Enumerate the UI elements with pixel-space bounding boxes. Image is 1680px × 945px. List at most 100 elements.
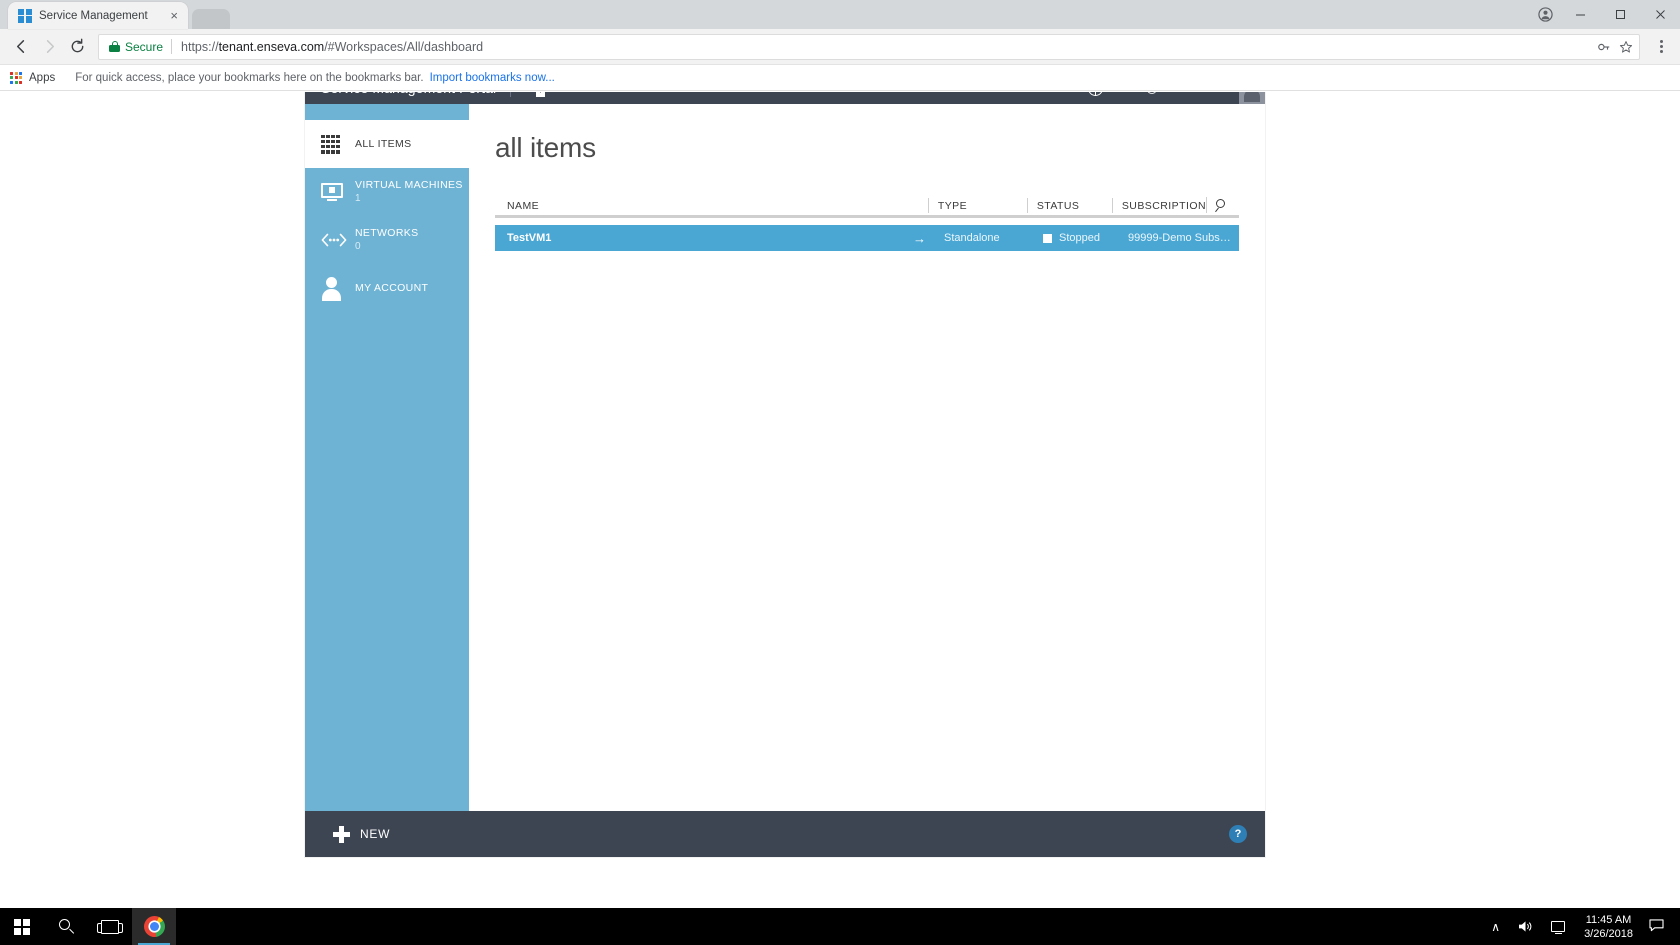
sidebar-label-networks: NETWORKS: [355, 227, 419, 239]
browser-tab[interactable]: Service Management ×: [8, 2, 188, 29]
system-tray: ∧ 11:45 AM 3/26/2018: [1482, 908, 1680, 945]
sidebar-count-virtual-machines: 1: [355, 193, 361, 204]
help-button[interactable]: ?: [1229, 825, 1247, 843]
url-scheme: https://: [181, 39, 219, 54]
star-glyph: [1619, 40, 1633, 53]
omnibox-divider: [171, 39, 173, 54]
spinner-stepper[interactable]: ▴ ▾: [536, 92, 546, 97]
back-arrow-icon: [16, 40, 24, 53]
search-icon: [58, 919, 74, 934]
cell-name-text: TestVM1: [507, 232, 552, 244]
column-header-subscription[interactable]: SUBSCRIPTION: [1111, 198, 1206, 213]
browser-toolbar: Secure https://tenant.enseva.com/#Worksp…: [0, 29, 1680, 65]
clock[interactable]: 11:45 AM 3/26/2018: [1574, 913, 1643, 941]
new-button[interactable]: NEW: [333, 825, 391, 843]
sidebar-item-all-items[interactable]: ALL ITEMS: [305, 120, 469, 168]
back-button[interactable]: [8, 34, 34, 60]
reload-button[interactable]: [64, 34, 90, 60]
browser-window: Service Management × Secure https://tena…: [0, 0, 1680, 908]
network-monitor-icon[interactable]: [1542, 921, 1574, 934]
tab-title: Service Management: [39, 9, 148, 22]
search-icon[interactable]: [1215, 199, 1229, 213]
portal-content: all items NAME TYPE STATUS SUBSCRIPTION: [469, 104, 1265, 811]
sidebar-label-all-items: ALL ITEMS: [355, 137, 412, 150]
clock-time: 11:45 AM: [1585, 913, 1632, 926]
column-header-name[interactable]: NAME: [495, 200, 928, 212]
brand-divider: [510, 92, 512, 97]
service-management-portal: Service Management Portal ∨ ▴ ▾ demo@ens…: [305, 92, 1265, 857]
portal-header-right: demo@enseva.com: [1088, 92, 1265, 104]
portal-sidebar: ALL ITEMS VIRTUAL MACHINES 1 NETWORKS 0 …: [305, 104, 469, 811]
browser-menu-button[interactable]: [1650, 34, 1672, 60]
forward-arrow-icon: [46, 40, 54, 53]
windows-taskbar: ∧ 11:45 AM 3/26/2018: [0, 908, 1680, 945]
column-header-type[interactable]: TYPE: [927, 198, 1027, 213]
taskbar-chrome-button[interactable]: [132, 908, 176, 945]
clock-date: 3/26/2018: [1584, 927, 1633, 940]
window-controls: [1530, 0, 1680, 29]
action-center-icon: [1649, 918, 1664, 931]
portal-command-bar: NEW ?: [305, 811, 1265, 857]
table-header: NAME TYPE STATUS SUBSCRIPTION: [495, 196, 1239, 218]
sidebar-label-virtual-machines: VIRTUAL MACHINES: [355, 179, 463, 191]
lock-icon: [109, 41, 120, 52]
portal-body: ALL ITEMS VIRTUAL MACHINES 1 NETWORKS 0 …: [305, 104, 1265, 811]
task-view-icon: [97, 919, 123, 934]
cell-status-text: Stopped: [1059, 232, 1100, 244]
address-bar[interactable]: Secure https://tenant.enseva.com/#Worksp…: [98, 33, 1640, 60]
monitor-icon: [321, 182, 355, 202]
portal-header: Service Management Portal ∨ ▴ ▾ demo@ens…: [305, 92, 1265, 104]
task-view-button[interactable]: [88, 908, 132, 945]
table-row[interactable]: TestVM1 → Standalone Stopped 99999-Demo …: [495, 225, 1239, 251]
bookmarks-bar: Apps For quick access, place your bookma…: [0, 65, 1680, 91]
start-button[interactable]: [0, 908, 44, 945]
bookmark-star-icon[interactable]: [1619, 40, 1633, 54]
row-arrow-icon[interactable]: →: [913, 232, 934, 245]
sidebar-item-networks[interactable]: NETWORKS 0: [305, 216, 469, 264]
page-viewport: Service Management Portal ∨ ▴ ▾ demo@ens…: [0, 92, 1680, 908]
cell-name: TestVM1 →: [495, 232, 934, 245]
taskbar-search-button[interactable]: [44, 908, 88, 945]
action-center-button[interactable]: [1643, 918, 1674, 935]
spinner-down-icon[interactable]: ▾: [539, 92, 542, 96]
tray-chevron-up-icon[interactable]: ∧: [1482, 920, 1509, 934]
minimize-button[interactable]: [1560, 0, 1600, 29]
monitor-glyph: [1551, 921, 1566, 934]
apps-label[interactable]: Apps: [29, 72, 55, 84]
windows-start-icon: [14, 918, 30, 935]
maximize-icon: [1615, 10, 1625, 19]
volume-icon[interactable]: [1509, 920, 1542, 933]
sidebar-item-virtual-machines[interactable]: VIRTUAL MACHINES 1: [305, 168, 469, 216]
avatar[interactable]: [1239, 92, 1265, 104]
url-text: https://tenant.enseva.com/#Workspaces/Al…: [181, 40, 1589, 54]
close-window-button[interactable]: [1640, 0, 1680, 29]
sidebar-item-my-account[interactable]: MY ACCOUNT: [305, 264, 469, 312]
url-path: /#Workspaces/All/dashboard: [324, 39, 484, 54]
close-icon[interactable]: ×: [168, 9, 180, 22]
profile-avatar-glyph: [1537, 7, 1553, 22]
chevron-down-icon[interactable]: ∨: [521, 92, 530, 94]
reload-icon: [71, 38, 83, 53]
password-key-icon[interactable]: [1597, 40, 1611, 54]
tab-strip: Service Management ×: [0, 0, 1680, 29]
import-bookmarks-link[interactable]: Import bookmarks now...: [430, 72, 555, 84]
globe-icon[interactable]: [1088, 92, 1104, 96]
new-tab-button[interactable]: [192, 9, 230, 29]
column-header-status[interactable]: STATUS: [1026, 198, 1112, 213]
network-icon: [321, 233, 355, 247]
new-button-label: NEW: [360, 827, 391, 841]
maximize-button[interactable]: [1600, 0, 1640, 29]
cell-status: Stopped: [1033, 232, 1118, 244]
page-title: all items: [495, 132, 596, 163]
close-icon: [1655, 10, 1665, 19]
status-stopped-icon: [1043, 233, 1052, 243]
table-search-button[interactable]: [1206, 197, 1239, 213]
profile-icon[interactable]: [1530, 0, 1560, 29]
forward-button[interactable]: [36, 34, 62, 60]
plus-icon: [333, 825, 350, 843]
key-glyph: [1598, 43, 1610, 50]
user-email-label[interactable]: demo@enseva.com: [1116, 92, 1223, 95]
chrome-icon: [143, 916, 165, 937]
sidebar-count-networks: 0: [355, 241, 361, 252]
apps-grid-icon[interactable]: [10, 71, 22, 84]
